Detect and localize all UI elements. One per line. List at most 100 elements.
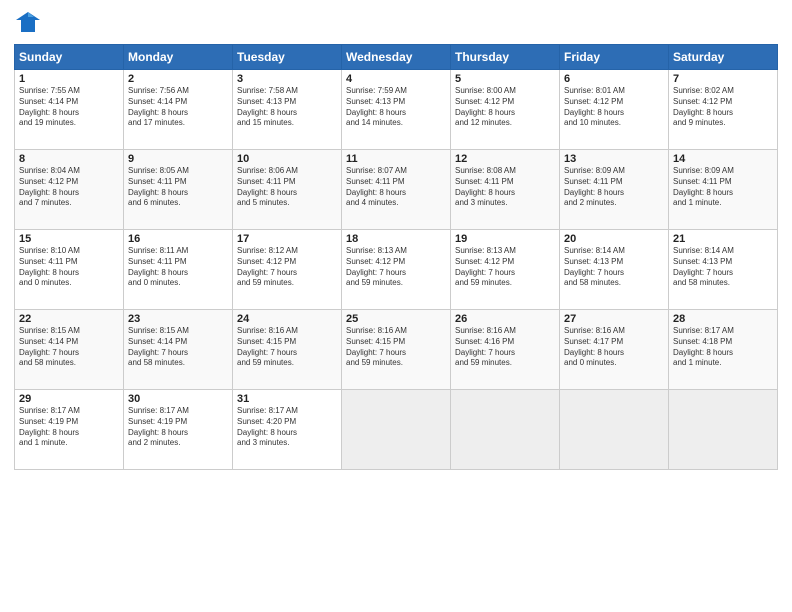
day-info: Sunrise: 7:59 AM Sunset: 4:13 PM Dayligh…	[346, 86, 446, 129]
header	[14, 10, 778, 38]
page: SundayMondayTuesdayWednesdayThursdayFrid…	[0, 0, 792, 612]
day-cell-3: 3Sunrise: 7:58 AM Sunset: 4:13 PM Daylig…	[233, 70, 342, 150]
day-info: Sunrise: 8:17 AM Sunset: 4:19 PM Dayligh…	[128, 406, 228, 449]
day-number: 26	[455, 313, 555, 325]
day-number: 30	[128, 393, 228, 405]
calendar-week-3: 15Sunrise: 8:10 AM Sunset: 4:11 PM Dayli…	[15, 230, 778, 310]
day-info: Sunrise: 8:16 AM Sunset: 4:15 PM Dayligh…	[346, 326, 446, 369]
day-cell-11: 11Sunrise: 8:07 AM Sunset: 4:11 PM Dayli…	[342, 150, 451, 230]
header-row: SundayMondayTuesdayWednesdayThursdayFrid…	[15, 45, 778, 70]
day-number: 12	[455, 153, 555, 165]
day-number: 24	[237, 313, 337, 325]
day-cell-9: 9Sunrise: 8:05 AM Sunset: 4:11 PM Daylig…	[124, 150, 233, 230]
day-info: Sunrise: 8:16 AM Sunset: 4:16 PM Dayligh…	[455, 326, 555, 369]
day-info: Sunrise: 8:01 AM Sunset: 4:12 PM Dayligh…	[564, 86, 664, 129]
day-cell-5: 5Sunrise: 8:00 AM Sunset: 4:12 PM Daylig…	[451, 70, 560, 150]
day-number: 5	[455, 73, 555, 85]
day-number: 1	[19, 73, 119, 85]
day-number: 19	[455, 233, 555, 245]
calendar-week-4: 22Sunrise: 8:15 AM Sunset: 4:14 PM Dayli…	[15, 310, 778, 390]
day-number: 15	[19, 233, 119, 245]
empty-cell	[560, 390, 669, 470]
day-number: 8	[19, 153, 119, 165]
day-info: Sunrise: 8:13 AM Sunset: 4:12 PM Dayligh…	[455, 246, 555, 289]
day-info: Sunrise: 7:58 AM Sunset: 4:13 PM Dayligh…	[237, 86, 337, 129]
day-number: 16	[128, 233, 228, 245]
calendar-table: SundayMondayTuesdayWednesdayThursdayFrid…	[14, 44, 778, 470]
day-info: Sunrise: 8:09 AM Sunset: 4:11 PM Dayligh…	[564, 166, 664, 209]
day-number: 7	[673, 73, 773, 85]
day-cell-24: 24Sunrise: 8:16 AM Sunset: 4:15 PM Dayli…	[233, 310, 342, 390]
logo	[14, 10, 46, 38]
day-cell-2: 2Sunrise: 7:56 AM Sunset: 4:14 PM Daylig…	[124, 70, 233, 150]
day-cell-26: 26Sunrise: 8:16 AM Sunset: 4:16 PM Dayli…	[451, 310, 560, 390]
col-header-monday: Monday	[124, 45, 233, 70]
day-info: Sunrise: 8:05 AM Sunset: 4:11 PM Dayligh…	[128, 166, 228, 209]
day-cell-14: 14Sunrise: 8:09 AM Sunset: 4:11 PM Dayli…	[669, 150, 778, 230]
day-info: Sunrise: 8:15 AM Sunset: 4:14 PM Dayligh…	[128, 326, 228, 369]
day-info: Sunrise: 8:04 AM Sunset: 4:12 PM Dayligh…	[19, 166, 119, 209]
day-number: 17	[237, 233, 337, 245]
day-cell-4: 4Sunrise: 7:59 AM Sunset: 4:13 PM Daylig…	[342, 70, 451, 150]
empty-cell	[669, 390, 778, 470]
day-info: Sunrise: 8:17 AM Sunset: 4:19 PM Dayligh…	[19, 406, 119, 449]
day-info: Sunrise: 8:14 AM Sunset: 4:13 PM Dayligh…	[564, 246, 664, 289]
day-number: 13	[564, 153, 664, 165]
day-cell-15: 15Sunrise: 8:10 AM Sunset: 4:11 PM Dayli…	[15, 230, 124, 310]
day-info: Sunrise: 8:09 AM Sunset: 4:11 PM Dayligh…	[673, 166, 773, 209]
calendar-week-5: 29Sunrise: 8:17 AM Sunset: 4:19 PM Dayli…	[15, 390, 778, 470]
day-cell-27: 27Sunrise: 8:16 AM Sunset: 4:17 PM Dayli…	[560, 310, 669, 390]
day-info: Sunrise: 8:07 AM Sunset: 4:11 PM Dayligh…	[346, 166, 446, 209]
day-cell-16: 16Sunrise: 8:11 AM Sunset: 4:11 PM Dayli…	[124, 230, 233, 310]
day-number: 21	[673, 233, 773, 245]
day-cell-22: 22Sunrise: 8:15 AM Sunset: 4:14 PM Dayli…	[15, 310, 124, 390]
calendar-week-2: 8Sunrise: 8:04 AM Sunset: 4:12 PM Daylig…	[15, 150, 778, 230]
empty-cell	[342, 390, 451, 470]
day-number: 28	[673, 313, 773, 325]
day-number: 4	[346, 73, 446, 85]
day-info: Sunrise: 7:55 AM Sunset: 4:14 PM Dayligh…	[19, 86, 119, 129]
day-number: 18	[346, 233, 446, 245]
day-number: 3	[237, 73, 337, 85]
day-cell-1: 1Sunrise: 7:55 AM Sunset: 4:14 PM Daylig…	[15, 70, 124, 150]
day-number: 29	[19, 393, 119, 405]
day-cell-7: 7Sunrise: 8:02 AM Sunset: 4:12 PM Daylig…	[669, 70, 778, 150]
day-number: 6	[564, 73, 664, 85]
day-cell-21: 21Sunrise: 8:14 AM Sunset: 4:13 PM Dayli…	[669, 230, 778, 310]
day-cell-30: 30Sunrise: 8:17 AM Sunset: 4:19 PM Dayli…	[124, 390, 233, 470]
day-info: Sunrise: 8:16 AM Sunset: 4:15 PM Dayligh…	[237, 326, 337, 369]
day-info: Sunrise: 8:17 AM Sunset: 4:20 PM Dayligh…	[237, 406, 337, 449]
day-info: Sunrise: 8:08 AM Sunset: 4:11 PM Dayligh…	[455, 166, 555, 209]
day-number: 25	[346, 313, 446, 325]
day-number: 10	[237, 153, 337, 165]
col-header-wednesday: Wednesday	[342, 45, 451, 70]
day-info: Sunrise: 8:13 AM Sunset: 4:12 PM Dayligh…	[346, 246, 446, 289]
day-number: 9	[128, 153, 228, 165]
day-info: Sunrise: 8:17 AM Sunset: 4:18 PM Dayligh…	[673, 326, 773, 369]
day-info: Sunrise: 8:12 AM Sunset: 4:12 PM Dayligh…	[237, 246, 337, 289]
day-number: 11	[346, 153, 446, 165]
col-header-sunday: Sunday	[15, 45, 124, 70]
day-cell-19: 19Sunrise: 8:13 AM Sunset: 4:12 PM Dayli…	[451, 230, 560, 310]
day-number: 2	[128, 73, 228, 85]
day-cell-18: 18Sunrise: 8:13 AM Sunset: 4:12 PM Dayli…	[342, 230, 451, 310]
day-number: 22	[19, 313, 119, 325]
col-header-friday: Friday	[560, 45, 669, 70]
col-header-saturday: Saturday	[669, 45, 778, 70]
col-header-thursday: Thursday	[451, 45, 560, 70]
day-info: Sunrise: 8:11 AM Sunset: 4:11 PM Dayligh…	[128, 246, 228, 289]
empty-cell	[451, 390, 560, 470]
day-number: 23	[128, 313, 228, 325]
day-cell-13: 13Sunrise: 8:09 AM Sunset: 4:11 PM Dayli…	[560, 150, 669, 230]
day-info: Sunrise: 8:10 AM Sunset: 4:11 PM Dayligh…	[19, 246, 119, 289]
day-cell-31: 31Sunrise: 8:17 AM Sunset: 4:20 PM Dayli…	[233, 390, 342, 470]
day-cell-20: 20Sunrise: 8:14 AM Sunset: 4:13 PM Dayli…	[560, 230, 669, 310]
day-number: 27	[564, 313, 664, 325]
col-header-tuesday: Tuesday	[233, 45, 342, 70]
day-info: Sunrise: 8:06 AM Sunset: 4:11 PM Dayligh…	[237, 166, 337, 209]
day-info: Sunrise: 8:15 AM Sunset: 4:14 PM Dayligh…	[19, 326, 119, 369]
day-cell-8: 8Sunrise: 8:04 AM Sunset: 4:12 PM Daylig…	[15, 150, 124, 230]
day-cell-10: 10Sunrise: 8:06 AM Sunset: 4:11 PM Dayli…	[233, 150, 342, 230]
logo-icon	[14, 10, 42, 38]
day-number: 20	[564, 233, 664, 245]
